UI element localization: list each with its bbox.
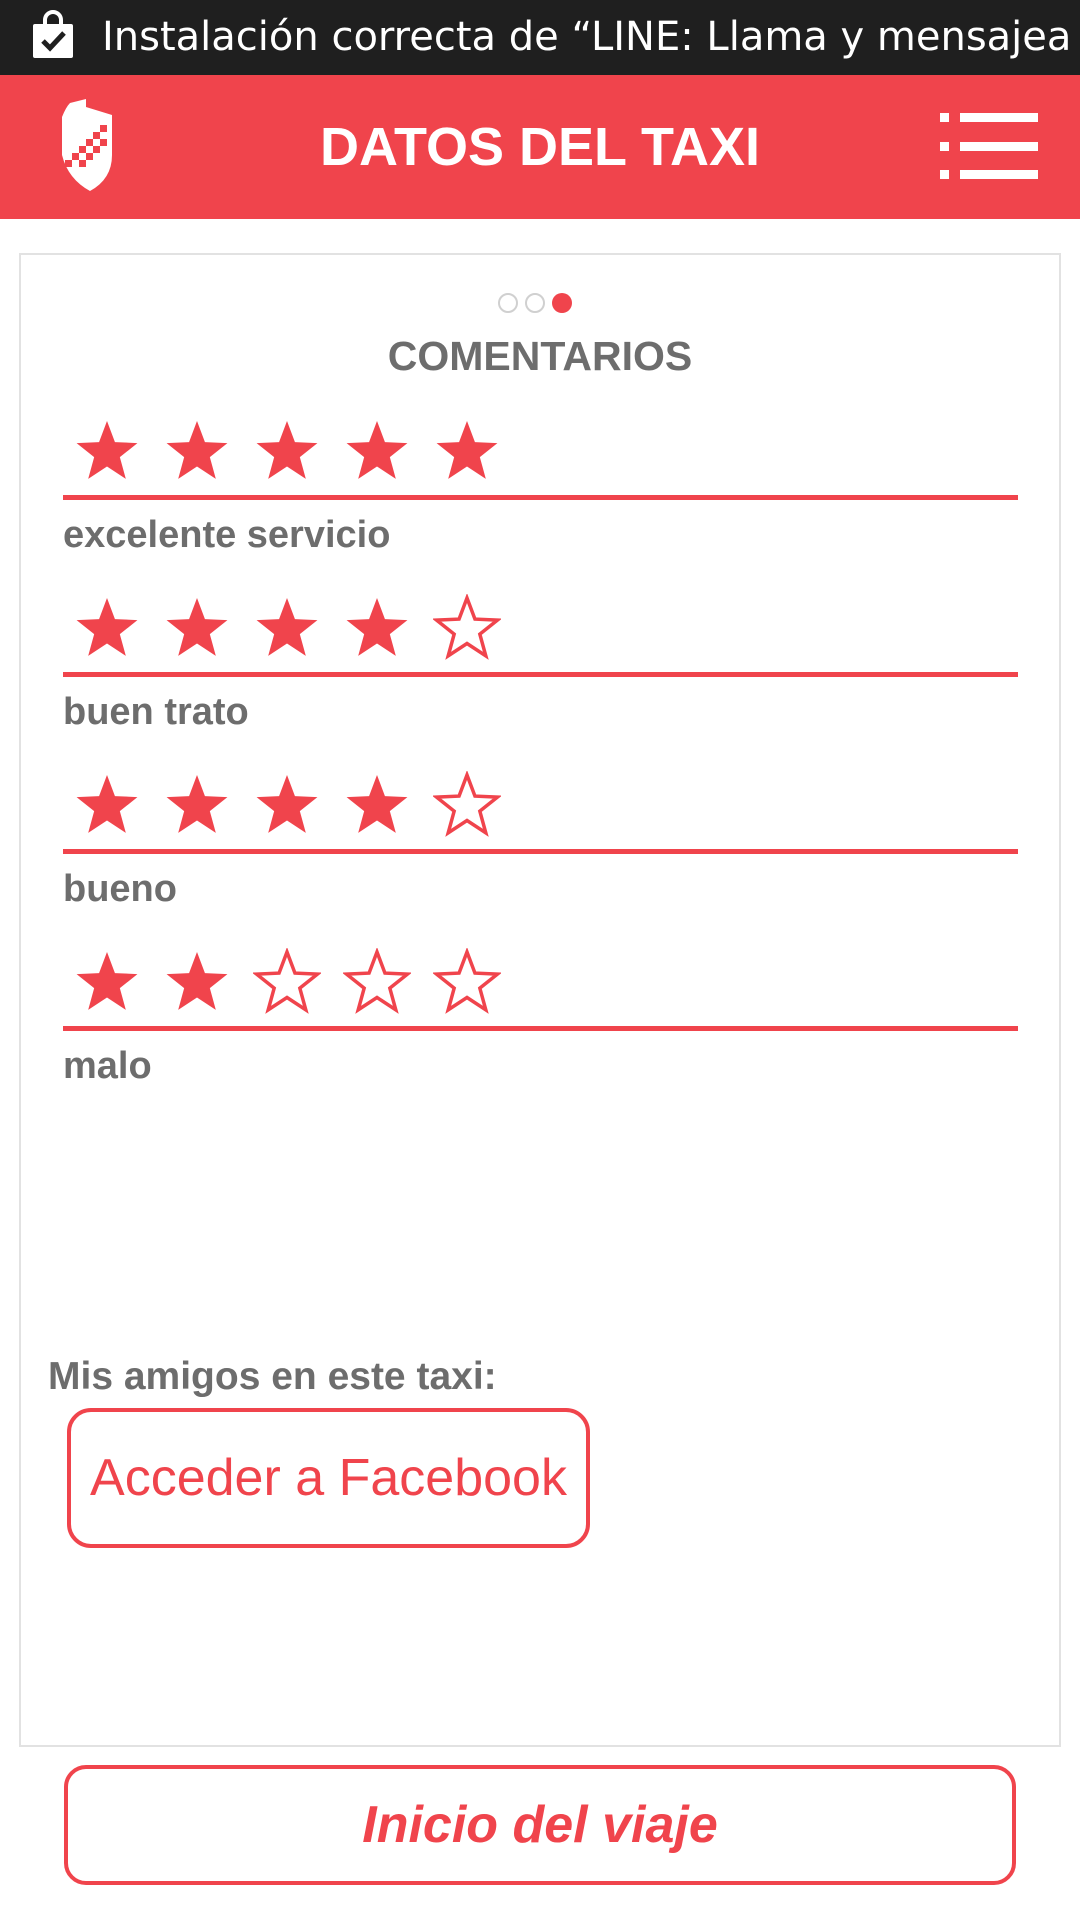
star-rating bbox=[63, 417, 523, 492]
review-comment: buen trato bbox=[63, 691, 249, 733]
star-outline-icon bbox=[433, 594, 501, 660]
star-filled-icon bbox=[76, 775, 138, 833]
review-comment: bueno bbox=[63, 868, 177, 910]
star-outline-icon bbox=[433, 771, 501, 837]
star-filled-icon bbox=[166, 775, 228, 833]
star-filled-icon bbox=[76, 952, 138, 1010]
star-filled-icon bbox=[76, 421, 138, 479]
notification-text: Instalación correcta de “LINE: Llama y m… bbox=[102, 14, 1072, 60]
start-trip-button[interactable]: Inicio del viaje bbox=[64, 1765, 1016, 1885]
page-indicator bbox=[0, 293, 1080, 319]
page-dot bbox=[525, 293, 545, 313]
facebook-login-button[interactable]: Acceder a Facebook bbox=[67, 1408, 590, 1548]
star-filled-icon bbox=[76, 598, 138, 656]
star-filled-icon bbox=[436, 421, 498, 479]
star-filled-icon bbox=[346, 775, 408, 833]
star-outline-icon bbox=[343, 948, 411, 1014]
review-divider bbox=[63, 1026, 1018, 1031]
review-divider bbox=[63, 672, 1018, 677]
star-outline-icon bbox=[253, 948, 321, 1014]
star-filled-icon bbox=[166, 421, 228, 479]
friends-label: Mis amigos en este taxi: bbox=[48, 1355, 497, 1398]
status-bar: Instalación correcta de “LINE: Llama y m… bbox=[0, 0, 1080, 75]
star-rating bbox=[63, 948, 523, 1023]
app-bar: DATOS DEL TAXI bbox=[0, 75, 1080, 219]
star-rating bbox=[63, 594, 523, 669]
star-filled-icon bbox=[166, 952, 228, 1010]
star-filled-icon bbox=[346, 421, 408, 479]
star-filled-icon bbox=[346, 598, 408, 656]
star-filled-icon bbox=[256, 775, 318, 833]
review-divider bbox=[63, 495, 1018, 500]
review-comment: excelente servicio bbox=[63, 514, 391, 556]
star-outline-icon bbox=[433, 948, 501, 1014]
page-dot-active bbox=[552, 293, 572, 313]
shopping-bag-check-icon bbox=[33, 10, 73, 58]
review-divider bbox=[63, 849, 1018, 854]
star-rating bbox=[63, 771, 523, 846]
page-title: DATOS DEL TAXI bbox=[319, 117, 761, 177]
menu-list-icon[interactable] bbox=[940, 113, 1038, 179]
comments-title: COMENTARIOS bbox=[387, 333, 693, 379]
review-comment: malo bbox=[63, 1045, 152, 1087]
star-filled-icon bbox=[256, 598, 318, 656]
star-filled-icon bbox=[166, 598, 228, 656]
star-filled-icon bbox=[256, 421, 318, 479]
page-dot bbox=[498, 293, 518, 313]
